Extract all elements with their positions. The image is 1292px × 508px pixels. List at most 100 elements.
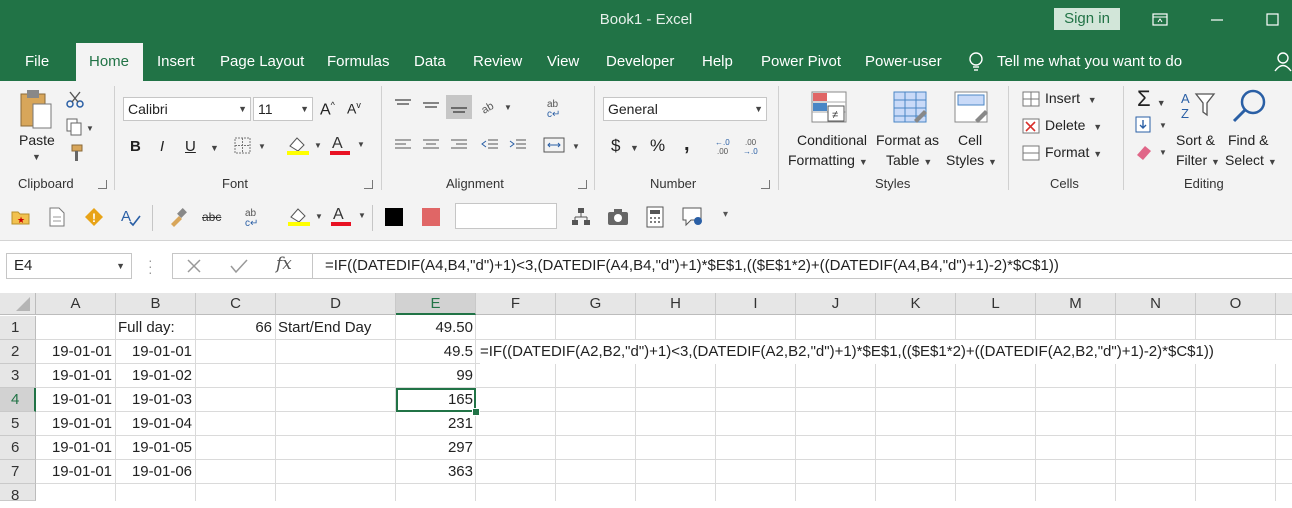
fill-down-icon[interactable]: ▼ [1135, 116, 1169, 134]
cell-E3[interactable]: 99 [396, 364, 473, 388]
cell-B4[interactable]: 19-01-03 [116, 388, 192, 412]
insert-cells-icon[interactable] [1022, 90, 1042, 108]
align-left-icon[interactable] [393, 137, 413, 153]
comma-style-button[interactable]: , [684, 133, 690, 156]
italic-button[interactable]: I [160, 138, 164, 155]
column-header-B[interactable]: B [116, 293, 196, 315]
camera-icon[interactable] [607, 207, 629, 227]
cell-A7[interactable]: 19-01-01 [36, 460, 112, 484]
bold-button[interactable]: B [130, 138, 141, 155]
row-header-3[interactable]: 3 [0, 364, 36, 388]
tell-me-search[interactable]: Tell me what you want to do [997, 53, 1182, 70]
hierarchy-icon[interactable] [571, 207, 591, 227]
decrease-decimal-icon[interactable]: .00 →.0 [743, 136, 765, 156]
cell-B6[interactable]: 19-01-05 [116, 436, 192, 460]
align-bottom-icon[interactable] [446, 95, 472, 119]
underline-button[interactable]: U [185, 138, 196, 155]
column-header-M[interactable]: M [1036, 293, 1116, 315]
column-header-A[interactable]: A [36, 293, 116, 315]
tab-insert[interactable]: Insert [157, 53, 195, 70]
cell-B7[interactable]: 19-01-06 [116, 460, 192, 484]
cell-D1[interactable]: Start/End Day [278, 316, 371, 340]
delete-cells-icon[interactable] [1022, 117, 1042, 135]
qat-text-box[interactable] [455, 203, 557, 229]
maximize-icon[interactable] [1252, 6, 1292, 34]
row-header-1[interactable]: 1 [0, 316, 36, 340]
cell-E5[interactable]: 231 [396, 412, 473, 436]
font-name-combo[interactable]: Calibri ▼ [123, 97, 251, 121]
cell-E7[interactable]: 363 [396, 460, 473, 484]
increase-decimal-icon[interactable]: ←.0.00 [715, 136, 737, 156]
autosum-icon[interactable]: Σ ▼ [1137, 86, 1166, 112]
tab-developer[interactable]: Developer [606, 53, 674, 70]
sign-in-button[interactable]: Sign in [1054, 8, 1120, 30]
spelling-check-icon[interactable]: A [120, 206, 142, 228]
clipboard-launcher-icon[interactable] [98, 180, 107, 189]
calculator-icon[interactable] [645, 206, 665, 228]
column-header-D[interactable]: D [276, 293, 396, 315]
share-person-icon[interactable] [1274, 51, 1292, 73]
orientation-icon[interactable]: ab ▼ [480, 97, 514, 115]
cell-E2[interactable]: 49.5 [396, 340, 473, 364]
font-size-combo[interactable]: 11 ▼ [253, 97, 313, 121]
sort-filter-icon[interactable]: AZ [1180, 88, 1218, 124]
clear-eraser-icon[interactable]: ▼ [1135, 143, 1169, 161]
folder-icon[interactable]: ★ [11, 208, 31, 226]
decrease-font-size-icon[interactable]: Av [347, 100, 361, 117]
cell-styles-line2[interactable]: Styles ▼ [946, 152, 997, 168]
decrease-indent-icon[interactable] [480, 137, 500, 153]
paste-dropdown-icon[interactable]: ▼ [32, 152, 41, 162]
tab-page-layout[interactable]: Page Layout [220, 53, 304, 70]
increase-indent-icon[interactable] [508, 137, 528, 153]
column-header-F[interactable]: F [476, 293, 556, 315]
fill-color-icon[interactable]: ▼ [286, 134, 326, 156]
column-header-G[interactable]: G [556, 293, 636, 315]
tab-data[interactable]: Data [414, 53, 446, 70]
cell-B2[interactable]: 19-01-01 [116, 340, 192, 364]
accounting-dropdown-icon[interactable]: ▼ [630, 143, 639, 153]
insert-function-icon[interactable]: fx [276, 254, 292, 274]
wrap-text-small-icon[interactable]: ab c↵ [243, 206, 263, 228]
cut-icon[interactable] [66, 90, 84, 108]
font-launcher-icon[interactable] [364, 180, 373, 189]
format-as-table-line1[interactable]: Format as [876, 132, 939, 148]
find-select-icon[interactable] [1230, 88, 1270, 124]
align-top-icon[interactable] [393, 97, 413, 113]
row-header-8[interactable]: 8 [0, 484, 36, 504]
cancel-icon[interactable] [185, 257, 203, 275]
accounting-format-button[interactable]: $ [611, 136, 620, 156]
name-box[interactable]: E4 ▼ [6, 253, 132, 279]
insert-cells-button[interactable]: Insert ▼ [1045, 90, 1097, 106]
align-right-icon[interactable] [449, 137, 469, 153]
cell-A5[interactable]: 19-01-01 [36, 412, 112, 436]
tab-view[interactable]: View [547, 53, 579, 70]
tab-power-user[interactable]: Power-user [865, 53, 942, 70]
cell-B1[interactable]: Full day: [118, 316, 175, 340]
cell-A3[interactable]: 19-01-01 [36, 364, 112, 388]
tab-formulas[interactable]: Formulas [327, 53, 390, 70]
select-all-corner[interactable] [0, 293, 36, 315]
format-cells-icon[interactable] [1022, 144, 1042, 162]
borders-icon[interactable]: ▼ [234, 137, 268, 155]
cell-A2[interactable]: 19-01-01 [36, 340, 112, 364]
ribbon-display-options-icon[interactable] [1140, 6, 1180, 34]
comment-icon[interactable] [681, 206, 705, 228]
cell-C1[interactable]: 66 [196, 316, 272, 340]
sort-filter-line2[interactable]: Filter ▼ [1176, 152, 1220, 168]
find-select-line1[interactable]: Find & [1228, 132, 1268, 148]
row-header-6[interactable]: 6 [0, 436, 36, 460]
fill-handle[interactable] [472, 408, 480, 416]
increase-font-size-icon[interactable]: A^ [320, 100, 335, 119]
copy-icon[interactable]: ▼ [66, 118, 96, 136]
column-header-H[interactable]: H [636, 293, 716, 315]
row-header-5[interactable]: 5 [0, 412, 36, 436]
column-header-J[interactable]: J [796, 293, 876, 315]
merge-center-icon[interactable]: ▼ [543, 136, 583, 154]
row-header-4[interactable]: 4 [0, 388, 36, 412]
conditional-formatting-line2[interactable]: Formatting ▼ [788, 152, 868, 168]
resize-handle-icon[interactable]: · · · [148, 253, 153, 279]
worksheet-grid[interactable] [0, 293, 1292, 501]
strikethrough-icon[interactable]: abc [202, 210, 221, 224]
row-header-7[interactable]: 7 [0, 460, 36, 484]
cell-styles-icon[interactable] [953, 90, 989, 126]
